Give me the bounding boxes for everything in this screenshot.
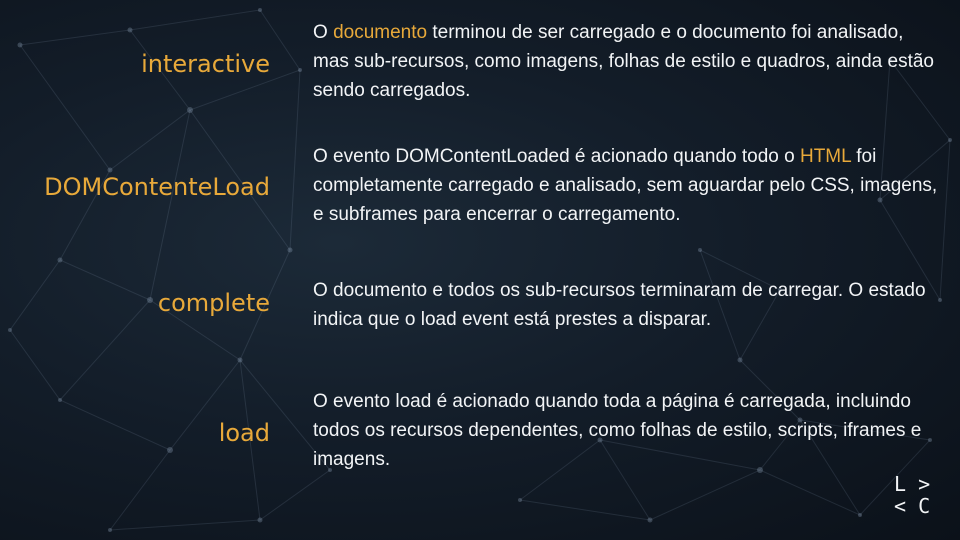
- description-text: O: [313, 22, 334, 43]
- description-load: O evento load é acionado quando toda a p…: [313, 391, 922, 470]
- term-complete: complete: [157, 289, 270, 317]
- lc-logo: L > < C: [894, 472, 930, 518]
- term-load: load: [218, 419, 270, 447]
- description-text: O evento DOMContentLoaded é acionado qua…: [313, 146, 800, 167]
- highlighted-term: documento: [333, 22, 428, 43]
- term-interactive: interactive: [141, 50, 270, 78]
- logo-line-1: L >: [894, 472, 930, 496]
- logo-line-2: < C: [894, 494, 930, 518]
- description-interactive: O documento terminou de ser carregado e …: [313, 18, 938, 105]
- description-domcontentload: O evento DOMContentLoaded é acionado qua…: [313, 142, 938, 229]
- highlighted-term: HTML: [799, 146, 851, 167]
- description-complete: O documento e todos os sub-recursos term…: [313, 280, 926, 330]
- term-domcontentload: DOMContenteLoad: [44, 173, 270, 201]
